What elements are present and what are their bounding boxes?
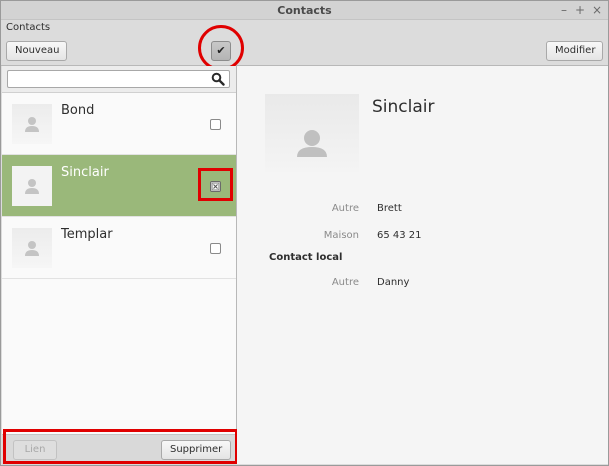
avatar xyxy=(12,228,52,268)
contact-item-templar[interactable]: Templar xyxy=(2,217,236,279)
toolbar: Nouveau Modifier xyxy=(1,37,608,66)
contacts-window: Contacts – + × Contacts Nouveau Modifier… xyxy=(0,0,609,466)
maximize-icon[interactable]: + xyxy=(573,3,587,17)
avatar xyxy=(12,104,52,144)
field-label: Autre xyxy=(331,203,359,214)
contact-detail-pane: Sinclair Autre Brett Maison 65 43 21 Con… xyxy=(237,66,608,464)
contact-photo xyxy=(265,94,359,172)
person-icon xyxy=(25,179,39,194)
person-icon xyxy=(25,117,39,132)
field-value: Danny xyxy=(377,277,410,288)
contact-name: Sinclair xyxy=(61,165,109,180)
search-icon[interactable] xyxy=(211,72,225,86)
field-label: Maison xyxy=(323,230,359,241)
contact-checkbox[interactable] xyxy=(210,243,221,254)
section-title-local-contact: Contact local xyxy=(269,252,343,263)
title-bar: Contacts – + × xyxy=(1,1,608,20)
minimize-icon[interactable]: – xyxy=(557,3,571,17)
window-title: Contacts xyxy=(277,4,332,17)
field-value: Brett xyxy=(377,203,402,214)
edit-button[interactable]: Modifier xyxy=(546,41,603,61)
person-icon xyxy=(297,130,327,157)
field-label: Autre xyxy=(331,277,359,288)
contact-list-pane: Bond Sinclair Templar Lien Supprimer xyxy=(2,66,237,465)
field-value: 65 43 21 xyxy=(377,230,422,241)
new-contact-button[interactable]: Nouveau xyxy=(6,41,67,61)
app-menu-contacts[interactable]: Contacts xyxy=(6,22,50,33)
contact-item-bond[interactable]: Bond xyxy=(2,93,236,155)
contact-checkbox[interactable] xyxy=(210,119,221,130)
person-icon xyxy=(25,241,39,256)
contact-name: Templar xyxy=(61,227,113,242)
avatar xyxy=(12,166,52,206)
highlight-action-bar-box xyxy=(3,429,238,464)
highlight-checkbox-box xyxy=(198,168,233,201)
contact-name: Bond xyxy=(61,103,95,118)
menu-bar: Contacts xyxy=(1,20,608,37)
highlight-circle xyxy=(198,25,244,71)
detail-contact-name: Sinclair xyxy=(372,97,435,117)
search-input[interactable] xyxy=(7,70,230,88)
close-icon[interactable]: × xyxy=(590,3,604,17)
search-row xyxy=(2,66,236,93)
